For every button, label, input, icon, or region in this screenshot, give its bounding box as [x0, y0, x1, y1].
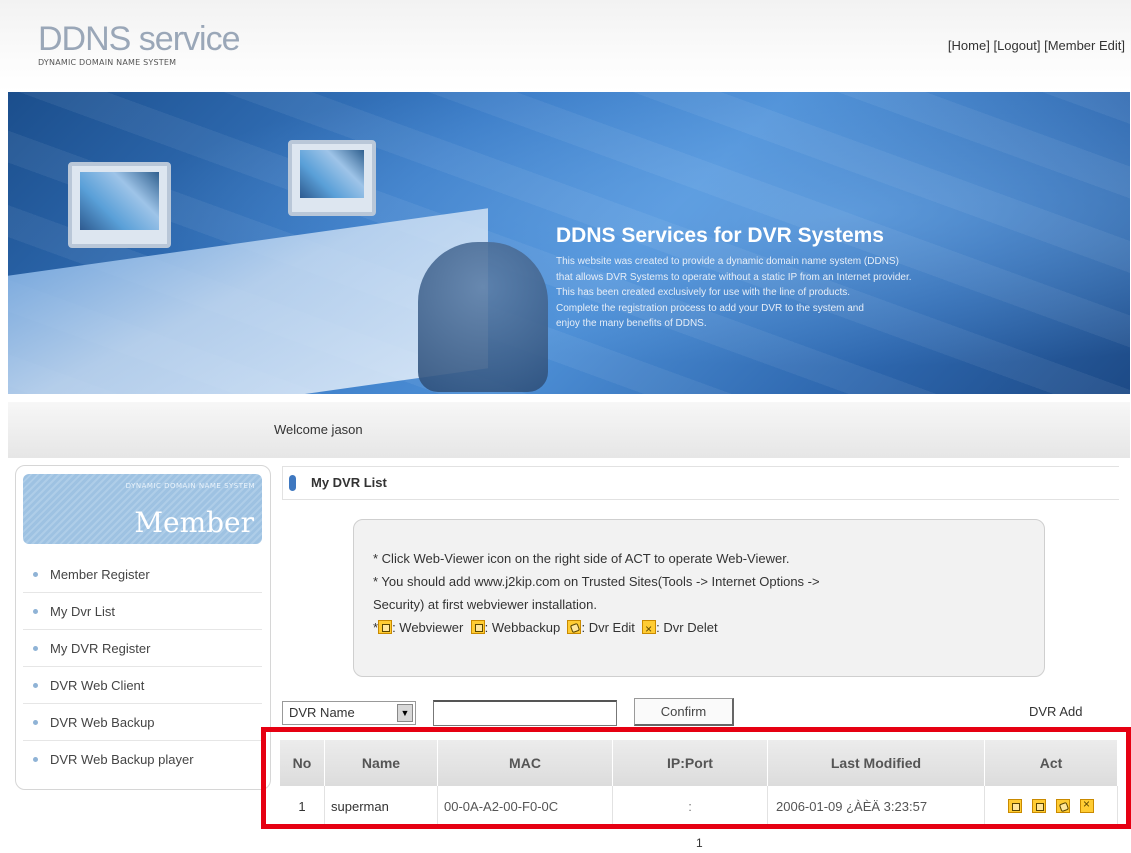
legend-webbackup-label: : Webbackup — [484, 620, 561, 635]
sidebar-item-my-dvr-register[interactable]: My DVR Register — [23, 630, 262, 667]
banner-monitor-image — [288, 140, 376, 216]
logo-title: DDNS service — [38, 20, 240, 58]
sidebar-item-member-register[interactable]: Member Register — [23, 556, 262, 593]
site-header: DDNS service DYNAMIC DOMAIN NAME SYSTEM … — [0, 0, 1131, 92]
notice-line: * You should add www.j2kip.com on Truste… — [373, 574, 820, 589]
bullet-icon — [33, 571, 38, 577]
member-box-title: Member — [134, 506, 254, 539]
banner-text: DDNS Services for DVR Systems This websi… — [556, 224, 912, 332]
highlight-box — [261, 727, 1131, 829]
notice-line: Security) at first webviewer installatio… — [373, 597, 597, 612]
bullet-icon — [33, 719, 38, 725]
banner-line: Complete the registration process to add… — [556, 302, 864, 314]
member-edit-link[interactable]: [Member Edit] — [1044, 38, 1125, 53]
banner-description: This website was created to provide a dy… — [556, 254, 912, 332]
sidebar: DYNAMIC DOMAIN NAME SYSTEM Member Member… — [15, 465, 271, 790]
hero-banner: DDNS Services for DVR Systems This websi… — [8, 92, 1130, 394]
bullet-icon — [33, 756, 38, 762]
dvr-add-link[interactable]: DVR Add — [1029, 704, 1082, 719]
webbackup-icon — [470, 620, 485, 634]
logo-subtitle: DYNAMIC DOMAIN NAME SYSTEM — [38, 58, 177, 67]
legend-webviewer-label: : Webviewer — [392, 620, 464, 635]
welcome-bar — [8, 402, 1130, 458]
member-box-subtitle: DYNAMIC DOMAIN NAME SYSTEM — [125, 482, 255, 490]
banner-person-image — [418, 242, 548, 392]
chevron-down-icon[interactable]: ▼ — [397, 704, 413, 722]
welcome-text: Welcome jason — [274, 422, 363, 437]
sidebar-item-label: DVR Web Backup player — [50, 751, 194, 767]
edit-icon — [567, 620, 582, 634]
banner-line: This website was created to provide a dy… — [556, 256, 899, 267]
search-input[interactable] — [433, 700, 617, 726]
logout-link[interactable]: [Logout] — [993, 38, 1040, 53]
notice-text: * Click Web-Viewer icon on the right sid… — [373, 547, 820, 639]
bullet-icon — [33, 645, 38, 651]
search-field-select[interactable]: DVR Name ▼ — [282, 701, 416, 725]
member-box: DYNAMIC DOMAIN NAME SYSTEM Member — [23, 474, 262, 544]
icon-legend: *: Webviewer : Webbackup : Dvr Edit : Dv… — [373, 616, 820, 639]
legend-edit-label: : Dvr Edit — [581, 620, 635, 635]
home-link[interactable]: [Home] — [948, 38, 990, 53]
confirm-button[interactable]: Confirm — [634, 698, 734, 726]
sidebar-item-my-dvr-list[interactable]: My Dvr List — [23, 593, 262, 630]
sidebar-menu: Member Register My Dvr List My DVR Regis… — [23, 556, 262, 777]
page-title: My DVR List — [311, 475, 387, 490]
section-marker-icon — [289, 475, 296, 491]
delete-icon — [642, 618, 657, 634]
bullet-icon — [33, 682, 38, 688]
legend-delete-label: : Dvr Delet — [656, 620, 718, 635]
sidebar-item-dvr-web-backup[interactable]: DVR Web Backup — [23, 704, 262, 741]
site-logo[interactable]: DDNS service DYNAMIC DOMAIN NAME SYSTEM — [38, 20, 240, 67]
banner-line: This has been created exclusively for us… — [556, 287, 851, 298]
notice-line: * Click Web-Viewer icon on the right sid… — [373, 551, 790, 566]
sidebar-item-dvr-web-client[interactable]: DVR Web Client — [23, 667, 262, 704]
pagination-page-1[interactable]: 1 — [696, 836, 703, 850]
banner-line: that allows DVR Systems to operate witho… — [556, 271, 912, 283]
banner-title: DDNS Services for DVR Systems — [556, 224, 884, 247]
webviewer-icon — [378, 620, 393, 634]
bullet-icon — [33, 608, 38, 614]
sidebar-item-label: DVR Web Client — [50, 677, 145, 693]
notice-box: * Click Web-Viewer icon on the right sid… — [353, 519, 1045, 677]
sidebar-item-label: Member Register — [50, 566, 150, 582]
banner-line: enjoy the many benefits of DDNS. — [556, 318, 707, 329]
sidebar-item-label: My DVR Register — [50, 640, 151, 656]
top-nav: [Home] [Logout] [Member Edit] — [948, 38, 1125, 53]
sidebar-item-label: DVR Web Backup — [50, 714, 155, 730]
section-header: My DVR List — [282, 466, 1119, 500]
sidebar-item-dvr-web-backup-player[interactable]: DVR Web Backup player — [23, 741, 262, 777]
sidebar-item-label: My Dvr List — [50, 603, 115, 619]
banner-monitor-image — [68, 162, 171, 248]
select-value: DVR Name — [289, 705, 355, 720]
